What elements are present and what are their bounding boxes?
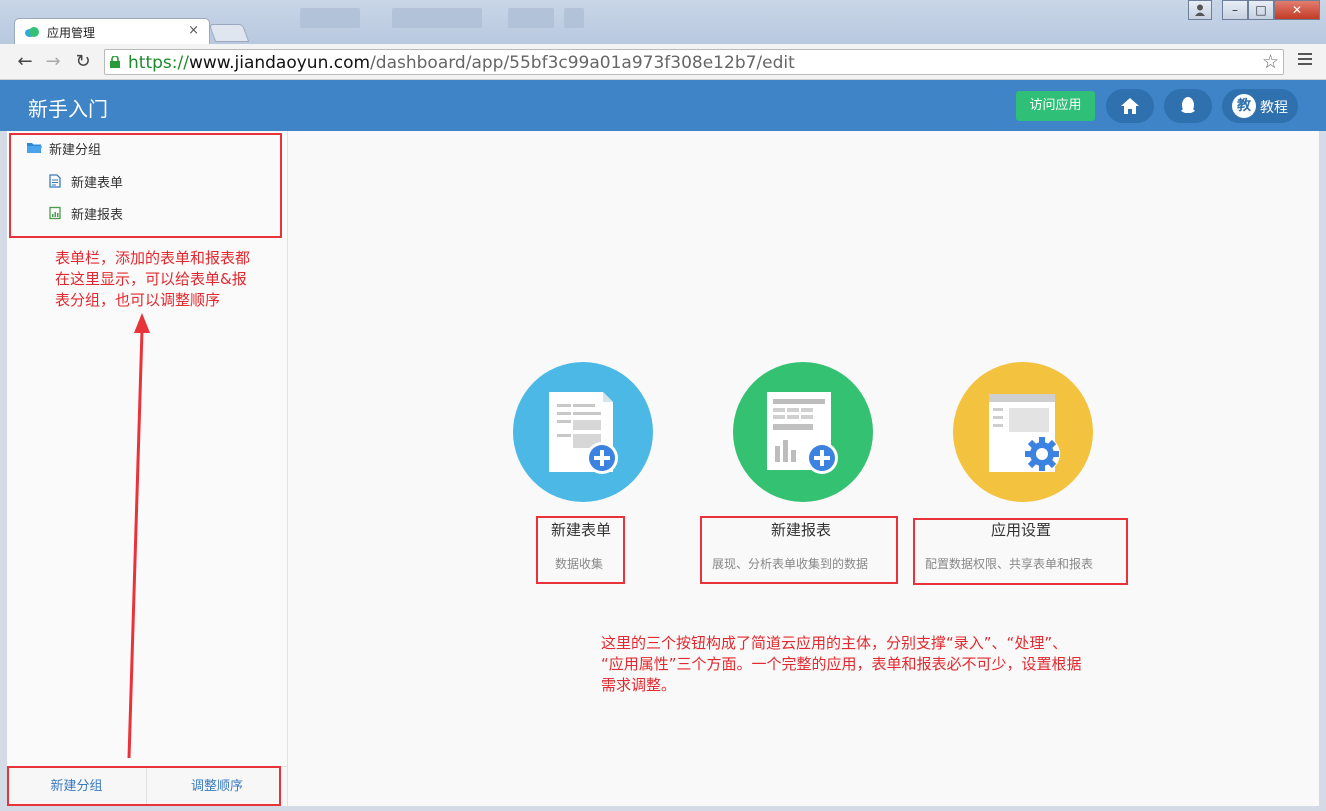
annotation-arrow	[127, 313, 150, 759]
browser-window: 应用管理 × – □ ✕ ← → ↻ https://www.jiandaoyu…	[0, 0, 1326, 811]
